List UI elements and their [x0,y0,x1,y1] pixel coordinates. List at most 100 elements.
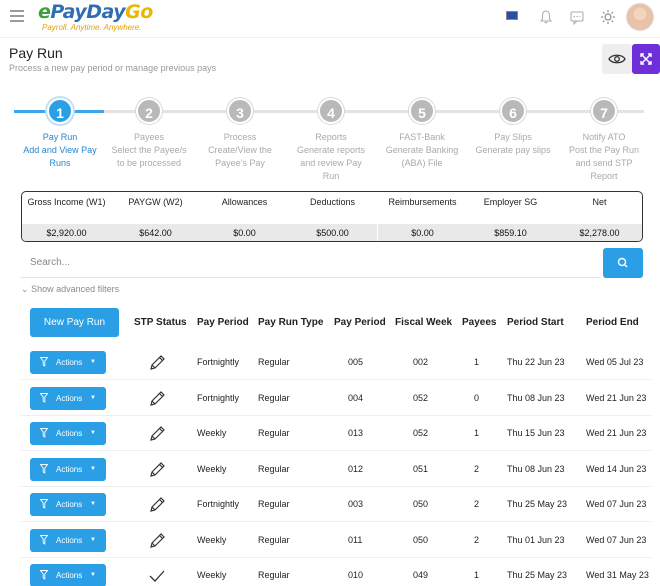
new-pay-run-button[interactable]: New Pay Run [30,308,119,337]
table-row: Actions ▼ Fortnightly Regular 004 052 0 Thu 0… [21,381,651,416]
step-title: Pay Slips [494,132,532,142]
caret-down-icon: ▼ [90,394,96,401]
cell-period: Fortnightly [197,357,240,367]
column-header[interactable]: Period End [586,317,639,328]
column-header[interactable]: Period Start [507,317,564,328]
cell-num: 011 [348,534,363,545]
cell-num: 004 [348,392,364,403]
filter-icon [40,463,48,474]
page-title: Pay Run [9,45,63,61]
cell-week: 049 [413,570,429,580]
summary-label: PAYGW (W2) [128,197,183,207]
summary-label: Allowances [221,197,268,207]
table-row: Actions ▼ Weekly Regular 011 050 2 Thu 01 Jun… [21,523,651,558]
search-input[interactable] [21,248,601,278]
cell-type: Regular [258,392,290,403]
caret-down-icon: ▼ [90,572,96,578]
column-header[interactable]: STP Status [134,317,187,328]
step-description: Post the Pay Run and send STP Report [568,145,640,181]
cell-period: Fortnightly [197,392,240,403]
step-5[interactable]: 5 FAST-Bank Generate Banking (ABA) File [382,98,462,170]
cell-start: Thu 25 May 23 [507,570,568,580]
flag-icon[interactable] [506,11,518,20]
cell-period: Fortnightly [197,499,240,509]
actions-button[interactable]: Actions ▼ [30,493,106,516]
cell-type: Regular [258,499,290,509]
column-header[interactable]: Payees [462,317,496,328]
table-row: Actions ▼ Weekly Regular 010 049 1 Thu 25 May… [21,558,651,586]
cell-period: Weekly [197,534,227,545]
summary-label: Net [592,197,607,207]
filter-icon [40,392,48,403]
advanced-filters-toggle[interactable]: ⌄ Show advanced filters [21,284,119,295]
pencil-icon[interactable] [147,389,167,409]
step-description: Add and View Pay Runs [23,145,97,168]
column-header[interactable]: Pay Period [197,317,249,328]
step-number: 7 [591,98,617,124]
cell-start: Thu 15 Jun 23 [507,428,565,438]
filter-icon [40,534,48,545]
pencil-icon[interactable] [147,495,167,515]
expand-icon [640,53,652,65]
search-icon [617,257,628,268]
pencil-icon[interactable] [147,353,167,373]
pay-run-summary: Gross Income (W1) $2,920.00 PAYGW (W2) $6… [21,191,643,242]
cell-payees: 0 [474,392,480,403]
check-icon[interactable] [147,566,167,586]
step-2[interactable]: 2 Payees Select the Payee/s to be proces… [109,98,189,170]
caret-down-icon: ▼ [90,359,96,365]
filter-icon [40,499,48,509]
summary-column: Gross Income (W1) $2,920.00 [22,192,111,241]
actions-button[interactable]: Actions ▼ [30,386,106,410]
step-6[interactable]: 6 Pay Slips Generate pay slips [473,98,553,157]
actions-button[interactable]: Actions ▼ [30,457,106,481]
cell-end: Wed 05 Jul 23 [586,357,644,367]
step-1[interactable]: 1 Pay Run Add and View Pay Runs [20,98,100,170]
cell-start: Thu 25 May 23 [507,499,568,509]
step-number: 3 [227,98,253,124]
avatar[interactable] [626,3,654,31]
step-description: Generate Banking (ABA) File [385,145,459,168]
column-header[interactable]: Pay Run Type [258,317,323,328]
summary-label: Employer SG [483,197,538,207]
step-title: Reports [315,132,347,142]
sun-icon[interactable] [600,9,616,25]
view-button[interactable] [602,44,632,74]
pencil-icon[interactable] [147,531,167,551]
step-4[interactable]: 4 Reports Generate reports and review Pa… [291,98,371,183]
cell-end: Wed 31 May 23 [586,570,649,580]
step-7[interactable]: 7 Notify ATO Post the Pay Run and send S… [564,98,644,183]
cell-week: 051 [413,463,429,474]
chat-icon[interactable] [569,9,585,25]
cell-start: Thu 08 Jun 23 [507,463,565,474]
table-row: Actions ▼ Fortnightly Regular 005 002 1 Thu 2… [21,345,651,380]
filter-icon [40,428,48,438]
cell-period: Weekly [197,428,227,438]
table-row: Actions ▼ Weekly Regular 013 052 1 Thu 15 Jun… [21,416,651,451]
step-title: Notify ATO [582,132,626,142]
cell-type: Regular [258,570,290,580]
actions-button[interactable]: Actions ▼ [30,564,106,586]
cell-num: 005 [348,357,364,367]
summary-column: Reimbursements $0.00 [378,192,467,241]
actions-button[interactable]: Actions ▼ [30,528,106,552]
summary-column: Allowances $0.00 [200,192,289,241]
expand-button[interactable] [632,44,660,74]
column-header[interactable]: Pay Period [334,317,386,328]
actions-button[interactable]: Actions ▼ [30,351,106,374]
step-3[interactable]: 3 Process Create/View the Payee's Pay [200,98,280,170]
column-header[interactable]: Fiscal Week [395,317,452,328]
bell-icon[interactable] [538,9,554,25]
logo[interactable]: ePayDayGo Payroll. Anytime. Anywhere. [38,3,153,33]
summary-value: $859.10 [466,224,555,241]
actions-button[interactable]: Actions ▼ [30,422,106,445]
pencil-icon[interactable] [147,424,167,444]
summary-value: $500.00 [288,224,377,241]
chevron-down-icon: ⌄ [21,284,29,294]
caret-down-icon: ▼ [90,536,96,543]
menu-icon[interactable] [10,10,24,22]
cell-num: 003 [348,499,364,509]
pencil-icon[interactable] [147,460,167,480]
summary-column: Deductions $500.00 [288,192,377,241]
search-button[interactable] [603,248,643,278]
